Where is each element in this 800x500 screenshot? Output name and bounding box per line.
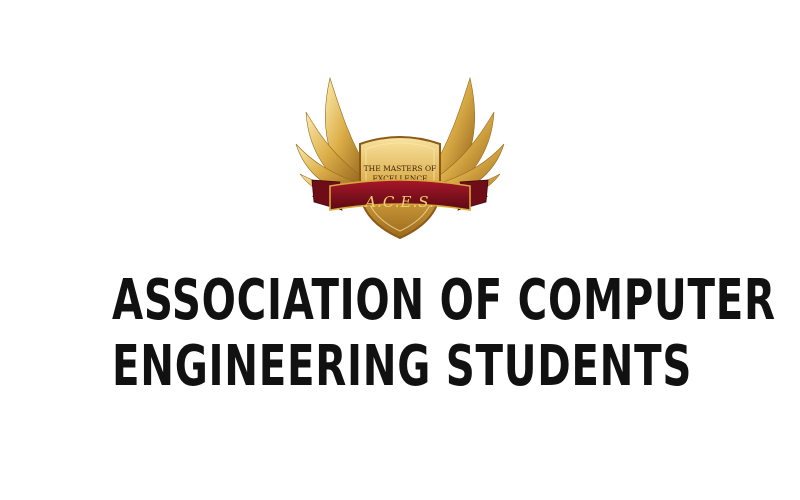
organization-name-line1: ASSOCIATION OF COMPUTER (112, 268, 776, 333)
aces-logo: THE MASTERS OF EXCELLENCE A.C.E.S. (290, 70, 510, 240)
aces-emblem-icon: THE MASTERS OF EXCELLENCE A.C.E.S. (295, 76, 505, 240)
logo-acronym: A.C.E.S. (363, 193, 435, 211)
logo-motto-line1: THE MASTERS OF (364, 164, 437, 173)
page: THE MASTERS OF EXCELLENCE A.C.E.S. ASSOC… (0, 0, 800, 500)
organization-name-line2: ENGINEERING STUDENTS (112, 334, 693, 399)
organization-name: ASSOCIATION OF COMPUTER ENGINEERING STUD… (112, 268, 776, 400)
